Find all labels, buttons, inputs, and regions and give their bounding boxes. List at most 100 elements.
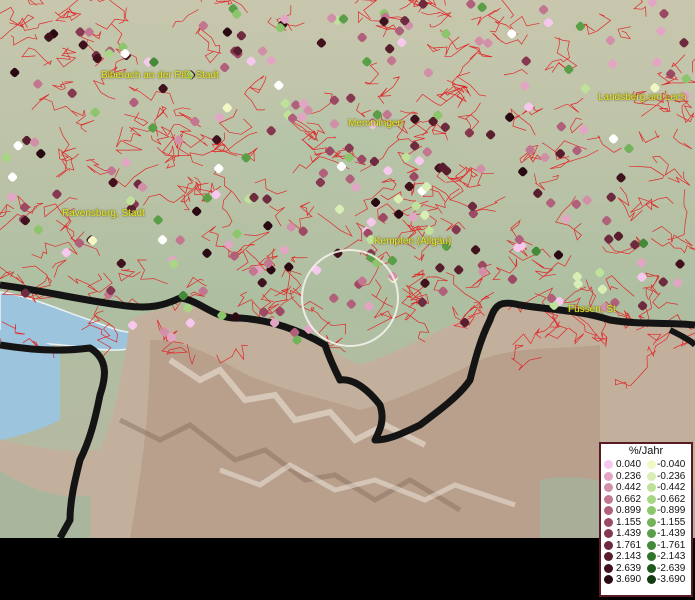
station-marker[interactable] [414,155,425,166]
station-marker[interactable] [346,298,357,309]
station-marker[interactable] [636,257,647,268]
station-marker[interactable] [615,172,626,183]
station-marker[interactable] [329,95,340,106]
station-marker[interactable] [440,122,451,133]
station-marker[interactable] [356,32,367,43]
station-marker[interactable] [74,26,85,37]
station-marker[interactable] [422,146,433,157]
station-marker[interactable] [266,55,277,66]
station-marker[interactable] [523,101,534,112]
station-marker[interactable] [315,177,326,188]
station-marker[interactable] [594,267,605,278]
station-marker[interactable] [157,83,168,94]
station-marker[interactable] [21,135,32,146]
station-marker[interactable] [387,255,398,266]
station-marker[interactable] [67,88,78,99]
station-marker[interactable] [35,148,46,159]
station-marker[interactable] [605,35,616,46]
station-marker[interactable] [329,118,340,129]
station-marker[interactable] [437,286,448,297]
station-marker[interactable] [658,8,669,19]
station-marker[interactable] [606,192,617,203]
station-marker[interactable] [474,35,485,46]
station-marker[interactable] [12,140,23,151]
station-marker[interactable] [678,37,689,48]
station-marker[interactable] [61,247,72,258]
station-marker[interactable] [279,244,290,255]
station-marker[interactable] [672,277,683,288]
station-marker[interactable] [543,17,554,28]
station-marker[interactable] [655,26,666,37]
station-marker[interactable] [506,28,517,39]
station-marker[interactable] [581,195,592,206]
station-marker[interactable] [419,210,430,221]
station-marker[interactable] [324,145,335,156]
station-marker[interactable] [409,114,420,125]
station-marker[interactable] [571,145,582,156]
station-marker[interactable] [476,2,487,13]
station-marker[interactable] [409,140,420,151]
station-marker[interactable] [556,121,567,132]
station-marker[interactable] [344,173,355,184]
station-marker[interactable] [393,209,404,220]
station-marker[interactable] [222,102,233,113]
station-marker[interactable] [245,56,256,67]
station-marker[interactable] [434,262,445,273]
station-marker[interactable] [51,189,62,200]
station-marker[interactable] [440,28,451,39]
station-marker[interactable] [408,171,419,182]
station-marker[interactable] [482,37,493,48]
station-marker[interactable] [345,93,356,104]
station-marker[interactable] [613,231,624,242]
station-marker[interactable] [33,224,44,235]
station-marker[interactable] [553,249,564,260]
station-marker[interactable] [539,152,550,163]
station-marker[interactable] [116,258,127,269]
station-marker[interactable] [222,26,233,37]
station-marker[interactable] [229,250,240,261]
station-marker[interactable] [152,214,163,225]
station-marker[interactable] [84,26,95,37]
station-marker[interactable] [274,306,285,317]
station-marker[interactable] [1,152,12,163]
station-marker[interactable] [74,237,85,248]
station-marker[interactable] [538,4,549,15]
station-marker[interactable] [6,192,17,203]
station-marker[interactable] [394,25,405,36]
station-marker[interactable] [266,125,277,136]
station-marker[interactable] [453,264,464,275]
station-marker[interactable] [475,163,486,174]
station-marker[interactable] [665,68,676,79]
station-marker[interactable] [384,43,395,54]
station-marker[interactable] [211,134,222,145]
station-marker[interactable] [328,293,339,304]
station-marker[interactable] [607,58,618,69]
station-marker[interactable] [344,142,355,153]
station-marker[interactable] [231,228,242,239]
station-marker[interactable] [262,220,273,231]
station-marker[interactable] [560,213,571,224]
station-marker[interactable] [411,200,422,211]
station-marker[interactable] [507,274,518,285]
station-marker[interactable] [318,168,329,179]
station-marker[interactable] [223,239,234,250]
station-marker[interactable] [382,165,393,176]
station-marker[interactable] [465,0,476,10]
station-marker[interactable] [350,182,361,193]
station-marker[interactable] [173,134,184,145]
station-marker[interactable] [298,226,309,237]
station-marker[interactable] [517,166,528,177]
map-view[interactable]: Biberach an der Riß, Stadt Memmingen Lan… [0,0,695,538]
station-marker[interactable] [106,165,117,176]
station-marker[interactable] [396,37,407,48]
station-marker[interactable] [545,197,556,208]
station-marker[interactable] [601,215,612,226]
station-marker[interactable] [29,137,40,148]
station-marker[interactable] [423,67,434,78]
station-marker[interactable] [175,234,186,245]
station-marker[interactable] [257,277,268,288]
station-marker[interactable] [531,246,542,257]
station-marker[interactable] [629,239,640,250]
station-marker[interactable] [571,199,582,210]
station-marker[interactable] [9,67,20,78]
